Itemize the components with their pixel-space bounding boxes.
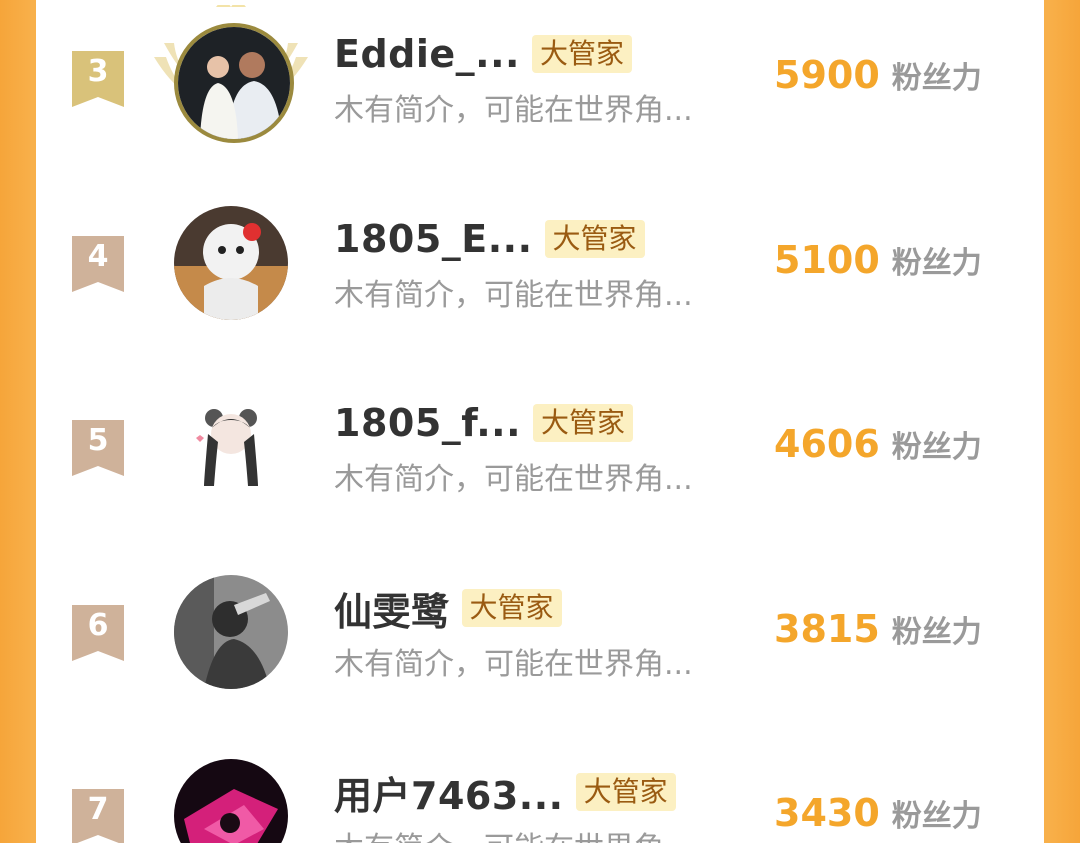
score: 5100 粉丝力 (774, 238, 982, 282)
user-name[interactable]: Eddie_... (334, 32, 520, 76)
name-line: 用户7463... 大管家 (334, 765, 676, 820)
avatar[interactable] (174, 575, 288, 689)
score-value: 3815 (774, 607, 880, 651)
score: 5900 粉丝力 (774, 53, 982, 97)
user-bio: 木有简介，可能在世界角... (334, 462, 693, 497)
score-value: 4606 (774, 422, 880, 466)
score: 3815 粉丝力 (774, 607, 982, 651)
role-tag: 大管家 (544, 220, 645, 258)
user-bio: 木有简介，可能在世界角... (334, 93, 693, 128)
role-tag: 大管家 (461, 589, 562, 627)
score-unit: 粉丝力 (891, 61, 982, 96)
role-tag: 大管家 (531, 35, 632, 73)
score-unit: 粉丝力 (891, 430, 982, 465)
name-line: 1805_f... 大管家 (334, 398, 634, 448)
role-tag: 大管家 (575, 773, 676, 811)
rank-number: 7 (87, 792, 109, 827)
user-bio: 木有简介，可能在世界角... (334, 278, 693, 313)
ranking-row-7[interactable]: 7 用户7463... 大管家 木有简介，可能在世界角... 3430 粉丝力 (36, 743, 1044, 843)
score-unit: 粉丝力 (891, 615, 982, 650)
avatar[interactable] (174, 206, 288, 320)
score: 4606 粉丝力 (774, 422, 982, 466)
score-value: 5100 (774, 238, 880, 282)
avatar[interactable] (174, 390, 288, 504)
name-line: Eddie_... 大管家 (334, 29, 632, 79)
score-unit: 粉丝力 (891, 799, 982, 834)
user-name[interactable]: 1805_f... (334, 401, 521, 445)
user-bio: 木有简介，可能在世界角... (334, 647, 693, 682)
ranking-row-3[interactable]: 3 Eddie_... 大管家 木有简介，可能在世界角... 5900 粉丝力 (36, 5, 1044, 155)
avatar[interactable] (174, 23, 294, 143)
rank-badge: 3 (72, 51, 124, 107)
rank-number: 5 (87, 423, 109, 458)
rank-number: 6 (87, 608, 109, 643)
rank-badge: 5 (72, 420, 124, 476)
user-name[interactable]: 仙雯鹭 (334, 581, 450, 636)
ranking-panel: 3 Eddie_... 大管家 木有简介，可能在世界角... 5900 粉丝力 (36, 0, 1044, 843)
ranking-row-5[interactable]: 5 1805_f... 大管家 木有简介，可能在世界角... 4606 粉丝力 (36, 374, 1044, 524)
user-name[interactable]: 用户7463... (334, 765, 564, 820)
score: 3430 粉丝力 (774, 791, 982, 835)
score-value: 5900 (774, 53, 880, 97)
rank-badge: 4 (72, 236, 124, 292)
name-line: 1805_E... 大管家 (334, 214, 645, 264)
rank-badge: 7 (72, 789, 124, 843)
ranking-row-6[interactable]: 6 仙雯鹭 大管家 木有简介，可能在世界角... 3815 粉丝力 (36, 559, 1044, 709)
score-value: 3430 (774, 791, 880, 835)
rank-number: 4 (87, 239, 109, 274)
user-name[interactable]: 1805_E... (334, 217, 533, 261)
user-bio: 木有简介，可能在世界角... (334, 823, 693, 843)
score-unit: 粉丝力 (891, 246, 982, 281)
rank-badge: 6 (72, 605, 124, 661)
ranking-row-4[interactable]: 4 1805_E... 大管家 木有简介，可能在世界角... 5100 粉丝力 (36, 190, 1044, 340)
rank-number: 3 (87, 54, 109, 89)
name-line: 仙雯鹭 大管家 (334, 581, 562, 636)
avatar[interactable] (174, 759, 288, 843)
role-tag: 大管家 (533, 404, 634, 442)
